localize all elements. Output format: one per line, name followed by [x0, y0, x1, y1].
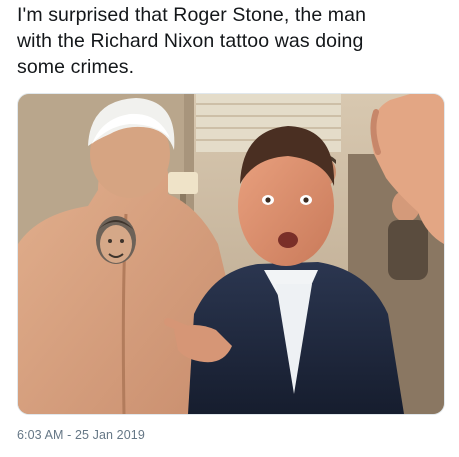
photo-illustration — [18, 94, 444, 414]
nixon-tattoo — [96, 216, 136, 264]
tweet-text: I'm surprised that Roger Stone, the man … — [17, 4, 367, 78]
tweet-card: I'm surprised that Roger Stone, the man … — [0, 0, 459, 457]
tweet-timestamp[interactable]: 6:03 AM - 25 Jan 2019 — [17, 428, 145, 442]
tweet-photo[interactable] — [17, 93, 445, 415]
